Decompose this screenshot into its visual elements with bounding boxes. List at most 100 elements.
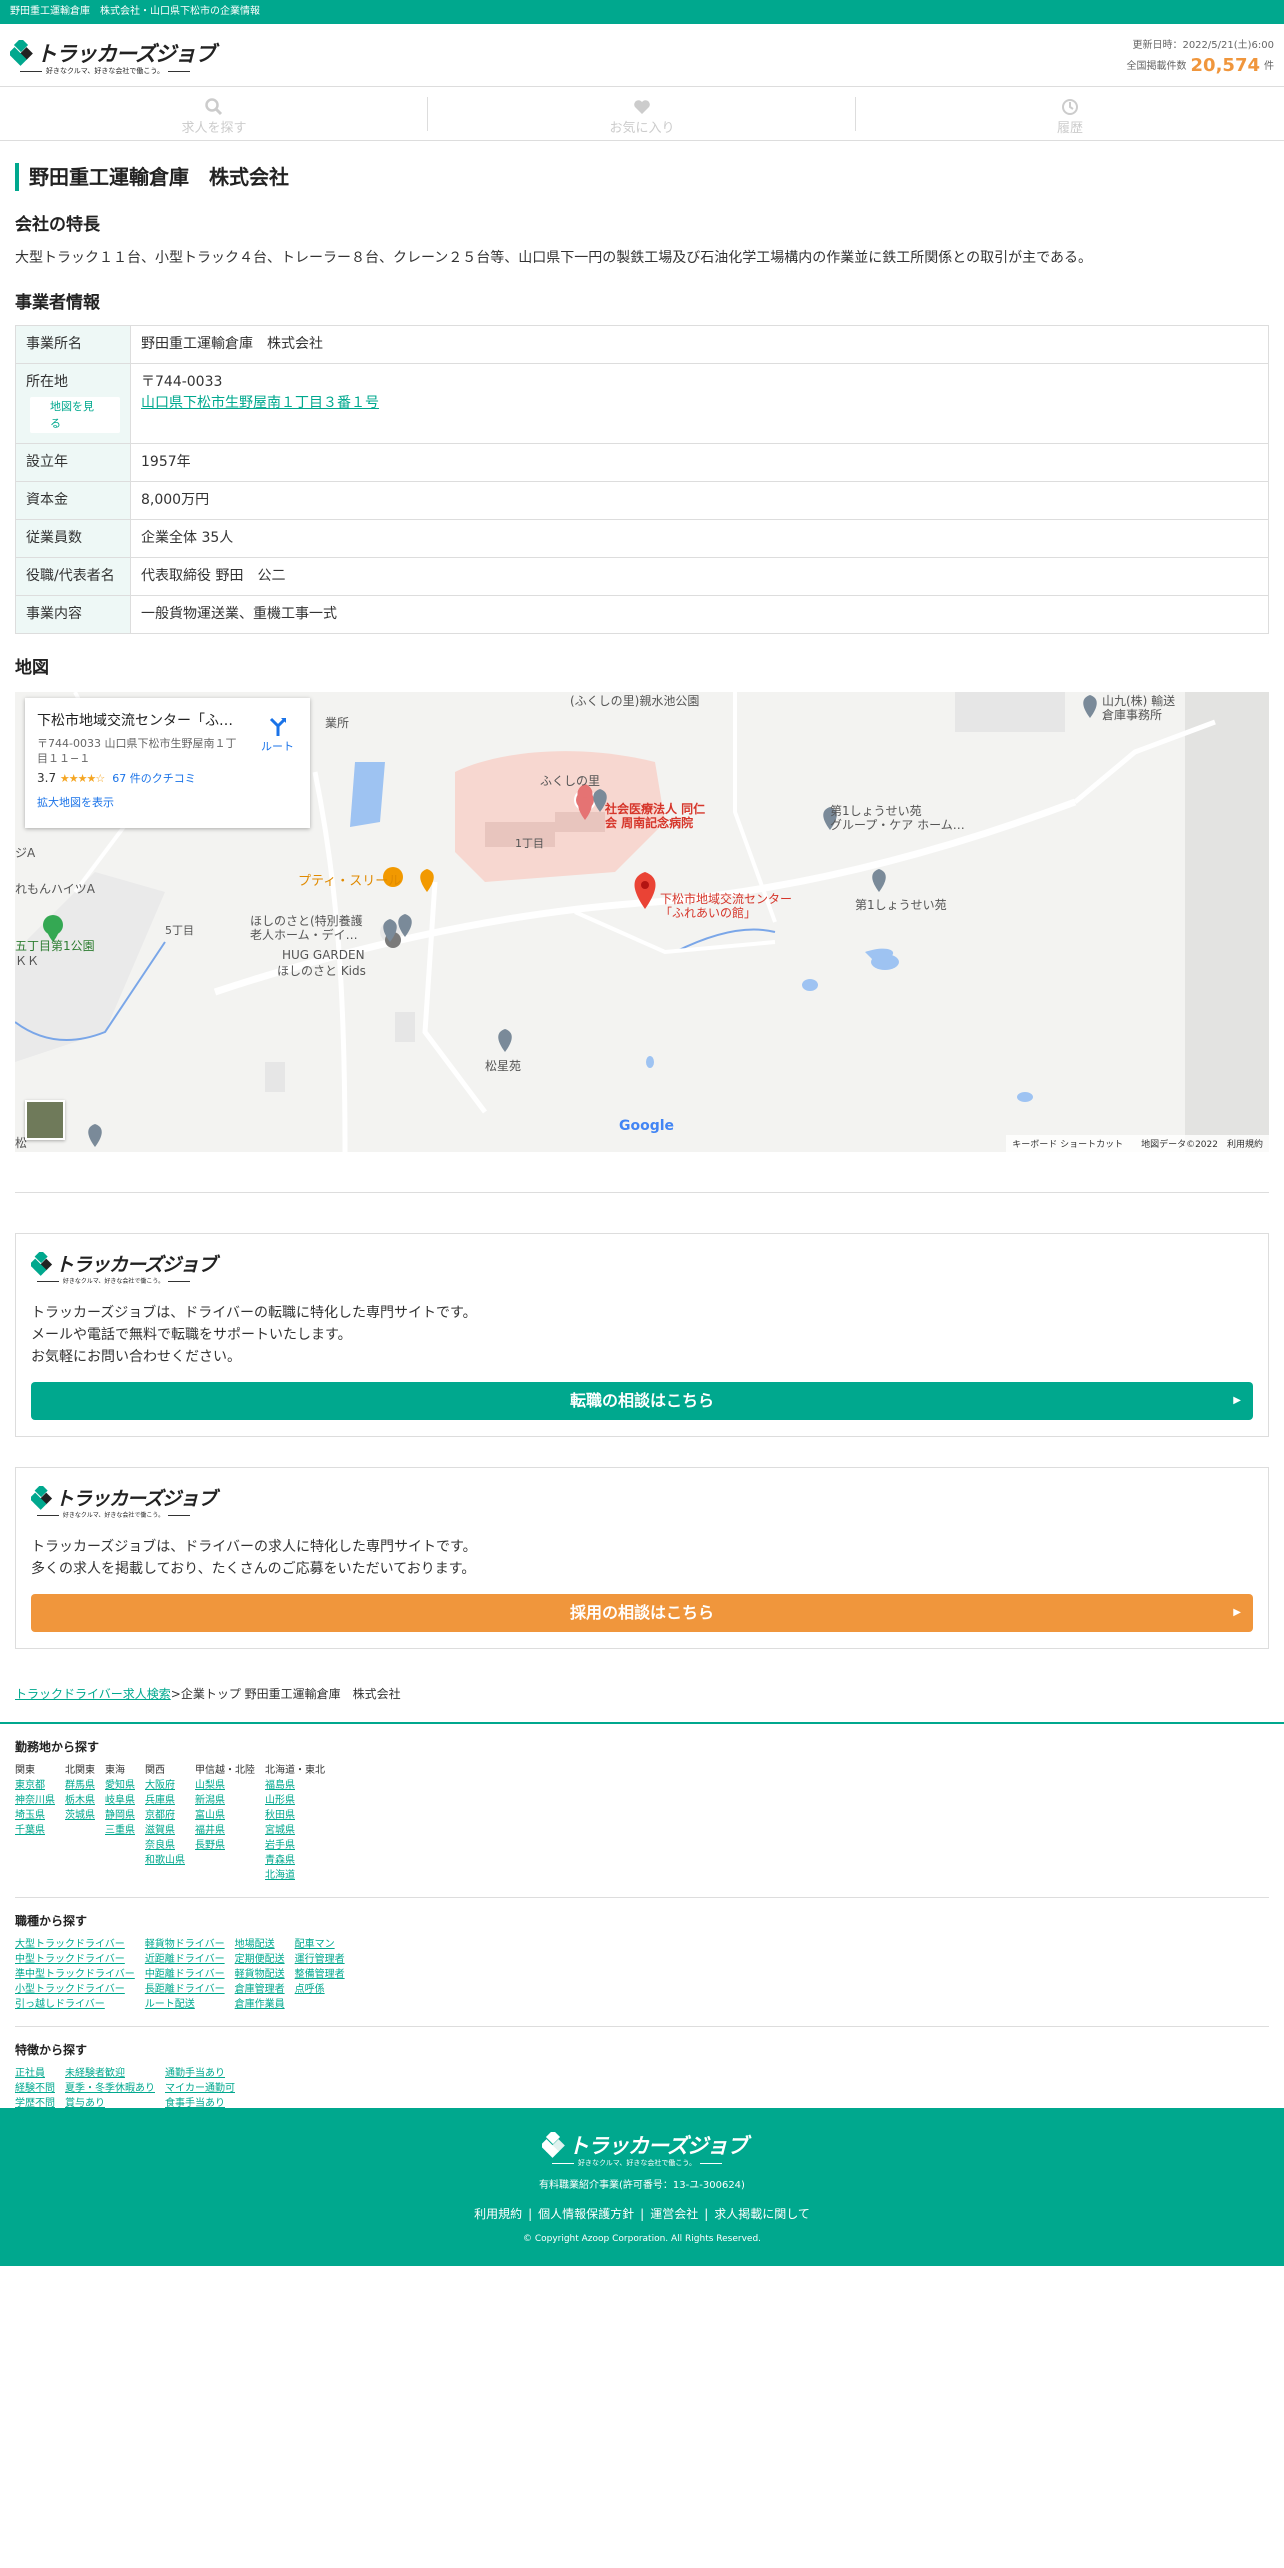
- career-consult-button[interactable]: 転職の相談はこちら ▶: [31, 1382, 1253, 1420]
- search-link[interactable]: 福島県: [265, 1778, 325, 1793]
- footer-logo[interactable]: トラッカーズジョブ 好きなクルマ、好きな会社で働こう。: [542, 2128, 748, 2174]
- search-link[interactable]: 長距離ドライバー: [145, 1982, 225, 1997]
- search-link[interactable]: 点呼係: [295, 1982, 345, 1997]
- search-link[interactable]: 配車マン: [295, 1937, 345, 1952]
- promo-logo: トラッカーズジョブ 好きなクルマ、好きな会社で働こう。: [31, 1484, 217, 1519]
- search-link[interactable]: 三重県: [105, 1823, 135, 1838]
- enlarge-map-link[interactable]: 拡大地図を表示: [37, 794, 298, 810]
- search-link[interactable]: 埼玉県: [15, 1808, 55, 1823]
- search-link[interactable]: 準中型トラックドライバー: [15, 1967, 135, 1982]
- route-button[interactable]: ルート: [261, 716, 294, 754]
- search-link[interactable]: 山梨県: [195, 1778, 255, 1793]
- search-link[interactable]: 夏季・冬季休暇あり: [65, 2081, 155, 2096]
- search-link[interactable]: 京都府: [145, 1808, 185, 1823]
- search-link[interactable]: 未経験者歓迎: [65, 2066, 155, 2081]
- search-link[interactable]: 東京都: [15, 1778, 55, 1793]
- footer-link-privacy[interactable]: 個人情報保護方針: [538, 2207, 634, 2221]
- search-icon: [205, 98, 223, 116]
- search-link[interactable]: 小型トラックドライバー: [15, 1982, 135, 1997]
- site-logo[interactable]: トラッカーズジョブ 好きなクルマ、好きな会社で働こう。: [10, 36, 216, 80]
- map-label: 「ふれあいの館」: [660, 906, 757, 920]
- search-link[interactable]: 静岡県: [105, 1808, 135, 1823]
- search-link[interactable]: 整備管理者: [295, 1967, 345, 1982]
- nav-search[interactable]: 求人を探す: [0, 87, 428, 140]
- logo-tagline: 好きなクルマ、好きな会社で働こう。: [10, 66, 200, 76]
- search-link[interactable]: 新潟県: [195, 1793, 255, 1808]
- search-link[interactable]: 兵庫県: [145, 1793, 185, 1808]
- row-label: 資本金: [15, 481, 131, 520]
- search-link[interactable]: 北海道: [265, 1868, 325, 1883]
- search-link[interactable]: 群馬県: [65, 1778, 95, 1793]
- search-link[interactable]: 和歌山県: [145, 1853, 185, 1868]
- search-link[interactable]: 岩手県: [265, 1838, 325, 1853]
- table-row: 所在地 地図を見る 〒744-0033 山口県下松市生野屋南１丁目３番１号: [15, 363, 1269, 444]
- nav-history[interactable]: 履歴: [856, 87, 1284, 140]
- map-footer[interactable]: キーボード ショートカット 地図データ©2022 利用規約: [1006, 1135, 1269, 1152]
- job-columns: 大型トラックドライバー 中型トラックドライバー 準中型トラックドライバー 小型トラック…: [15, 1937, 1269, 2012]
- footer-link-company[interactable]: 運営会社: [650, 2207, 698, 2221]
- search-link[interactable]: 青森県: [265, 1853, 325, 1868]
- nav-favorites[interactable]: お気に入り: [428, 87, 856, 140]
- search-link[interactable]: 倉庫作業員: [235, 1997, 285, 2012]
- search-link[interactable]: 軽貨物配送: [235, 1967, 285, 1982]
- table-row: 従業員数 企業全体 35人: [15, 519, 1269, 558]
- search-link[interactable]: 中型トラックドライバー: [15, 1952, 135, 1967]
- promo-logo: トラッカーズジョブ 好きなクルマ、好きな会社で働こう。: [31, 1250, 217, 1285]
- search-link[interactable]: 中距離ドライバー: [145, 1967, 225, 1982]
- search-link[interactable]: 岐阜県: [105, 1793, 135, 1808]
- area-columns: 関東 東京都 神奈川県 埼玉県 千葉県 北関東 群馬県 栃木県 茨城県 東海 愛知県 岐阜県 静岡県 三重…: [15, 1763, 1269, 1883]
- heart-icon: [634, 100, 650, 114]
- row-value: 1957年: [130, 443, 1269, 482]
- search-link[interactable]: 神奈川県: [15, 1793, 55, 1808]
- link-column: 関東 東京都 神奈川県 埼玉県 千葉県: [15, 1763, 55, 1883]
- row-value: 8,000万円: [130, 481, 1269, 520]
- search-link[interactable]: 山形県: [265, 1793, 325, 1808]
- search-link[interactable]: 栃木県: [65, 1793, 95, 1808]
- feature-search-title: 特徴から探す: [15, 2043, 88, 2057]
- map-label: 5丁目: [165, 924, 194, 937]
- link-column: 甲信越・北陸 山梨県 新潟県 富山県 福井県 長野県: [195, 1763, 255, 1883]
- row-value: 〒744-0033 山口県下松市生野屋南１丁目３番１号: [130, 363, 1269, 444]
- reviews-link[interactable]: 67 件のクチコミ: [112, 772, 196, 785]
- search-link[interactable]: 経験不問: [15, 2081, 55, 2096]
- search-link[interactable]: 運行管理者: [295, 1952, 345, 1967]
- satellite-toggle[interactable]: [25, 1100, 65, 1140]
- search-link[interactable]: 福井県: [195, 1823, 255, 1838]
- main-nav: 求人を探す お気に入り 履歴: [0, 87, 1284, 141]
- address-link[interactable]: 山口県下松市生野屋南１丁目３番１号: [141, 395, 379, 411]
- search-link[interactable]: 軽貨物ドライバー: [145, 1937, 225, 1952]
- search-link[interactable]: 秋田県: [265, 1808, 325, 1823]
- breadcrumb-home-link[interactable]: トラックドライバー求人検索: [15, 1687, 171, 1701]
- map-label: HUG GARDEN: [282, 948, 365, 962]
- search-link[interactable]: 定期便配送: [235, 1952, 285, 1967]
- row-label: 所在地 地図を見る: [15, 363, 131, 444]
- search-link[interactable]: マイカー通勤可: [165, 2081, 245, 2096]
- search-link[interactable]: 奈良県: [145, 1838, 185, 1853]
- update-date: 更新日時：2022/5/21(土)6:00: [1132, 40, 1274, 51]
- footer-link-terms[interactable]: 利用規約: [474, 2207, 522, 2221]
- search-link[interactable]: 通勤手当あり: [165, 2066, 245, 2081]
- search-link[interactable]: 近距離ドライバー: [145, 1952, 225, 1967]
- job-search-title: 職種から探す: [15, 1914, 88, 1928]
- search-link[interactable]: 千葉県: [15, 1823, 55, 1838]
- search-link[interactable]: 宮城県: [265, 1823, 325, 1838]
- search-link[interactable]: 茨城県: [65, 1808, 95, 1823]
- search-link[interactable]: 富山県: [195, 1808, 255, 1823]
- search-link[interactable]: 正社員: [15, 2066, 55, 2081]
- search-link[interactable]: 滋賀県: [145, 1823, 185, 1838]
- search-link[interactable]: 倉庫管理者: [235, 1982, 285, 1997]
- search-link[interactable]: 地場配送: [235, 1937, 285, 1952]
- search-link[interactable]: 長野県: [195, 1838, 255, 1853]
- view-map-button[interactable]: 地図を見る: [30, 397, 120, 433]
- map-label: 1丁目: [515, 837, 544, 850]
- footer-link-posting[interactable]: 求人掲載に関して: [714, 2207, 810, 2221]
- search-link[interactable]: 愛知県: [105, 1778, 135, 1793]
- search-link[interactable]: 大型トラックドライバー: [15, 1937, 135, 1952]
- search-link[interactable]: ルート配送: [145, 1997, 225, 2012]
- search-link[interactable]: 引っ越しドライバー: [15, 1997, 135, 2012]
- search-link[interactable]: 大阪府: [145, 1778, 185, 1793]
- recruit-consult-button[interactable]: 採用の相談はこちら ▶: [31, 1594, 1253, 1632]
- google-map[interactable]: (ふくしの里)親水池公園 業所 山九(株) 輸送 倉庫事務所 ふくしの里 社会医…: [15, 692, 1269, 1152]
- site-header: トラッカーズジョブ 好きなクルマ、好きな会社で働こう。 更新日時：2022/5/…: [0, 24, 1284, 87]
- column-heading: 北関東: [65, 1765, 95, 1776]
